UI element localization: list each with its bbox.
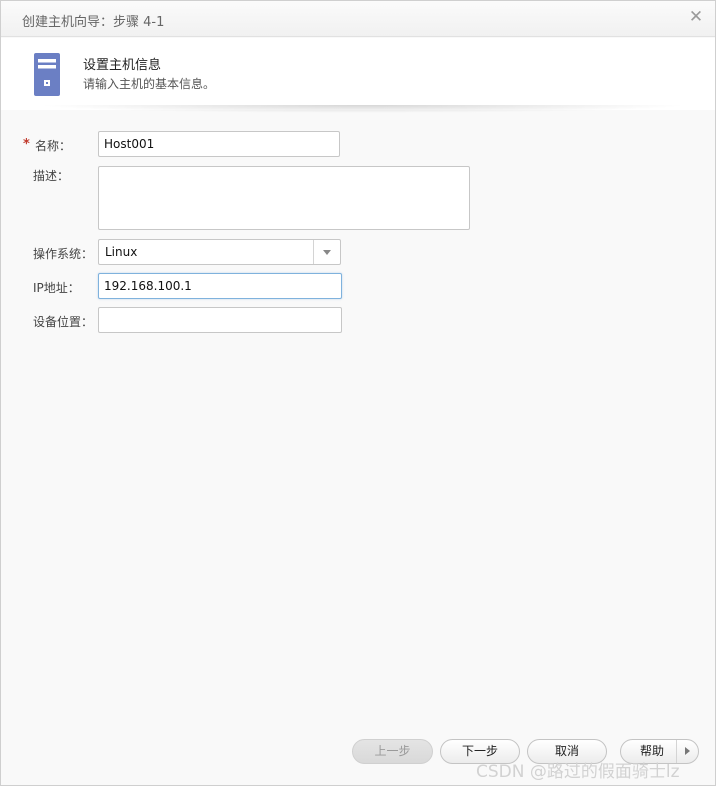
name-field[interactable]: [98, 131, 340, 157]
prev-step-button[interactable]: 上一步: [352, 739, 433, 764]
help-button-label: 帮助: [640, 744, 665, 758]
create-host-wizard-dialog: 创建主机向导：步骤 4-1 ✕ 设置主机信息 请输入主机的基本信息。 * 名称：…: [0, 0, 716, 786]
server-icon: [34, 53, 60, 96]
os-select[interactable]: Linux: [98, 239, 341, 265]
os-label: 操作系统：: [33, 247, 94, 261]
description-label: 描述：: [33, 169, 70, 183]
wizard-step-header: [1, 38, 715, 110]
step-description: 请输入主机的基本信息。: [83, 77, 216, 91]
chevron-down-icon[interactable]: [313, 240, 340, 264]
location-field[interactable]: [98, 307, 342, 333]
name-label: 名称：: [35, 139, 72, 153]
dialog-titlebar: 创建主机向导：步骤 4-1 ✕: [1, 1, 715, 37]
ip-label: IP地址：: [33, 281, 80, 295]
header-divider: [37, 105, 689, 113]
ip-address-field[interactable]: [98, 273, 342, 299]
required-asterisk: *: [23, 137, 30, 152]
description-field[interactable]: [98, 166, 470, 230]
step-title: 设置主机信息: [83, 58, 162, 73]
dialog-title: 创建主机向导：步骤 4-1: [22, 15, 165, 30]
close-icon[interactable]: ✕: [688, 9, 704, 26]
os-selected-value: Linux: [105, 245, 138, 259]
location-label: 设备位置：: [33, 315, 94, 329]
watermark-text: CSDN @路过的假面骑士lz: [476, 762, 680, 782]
